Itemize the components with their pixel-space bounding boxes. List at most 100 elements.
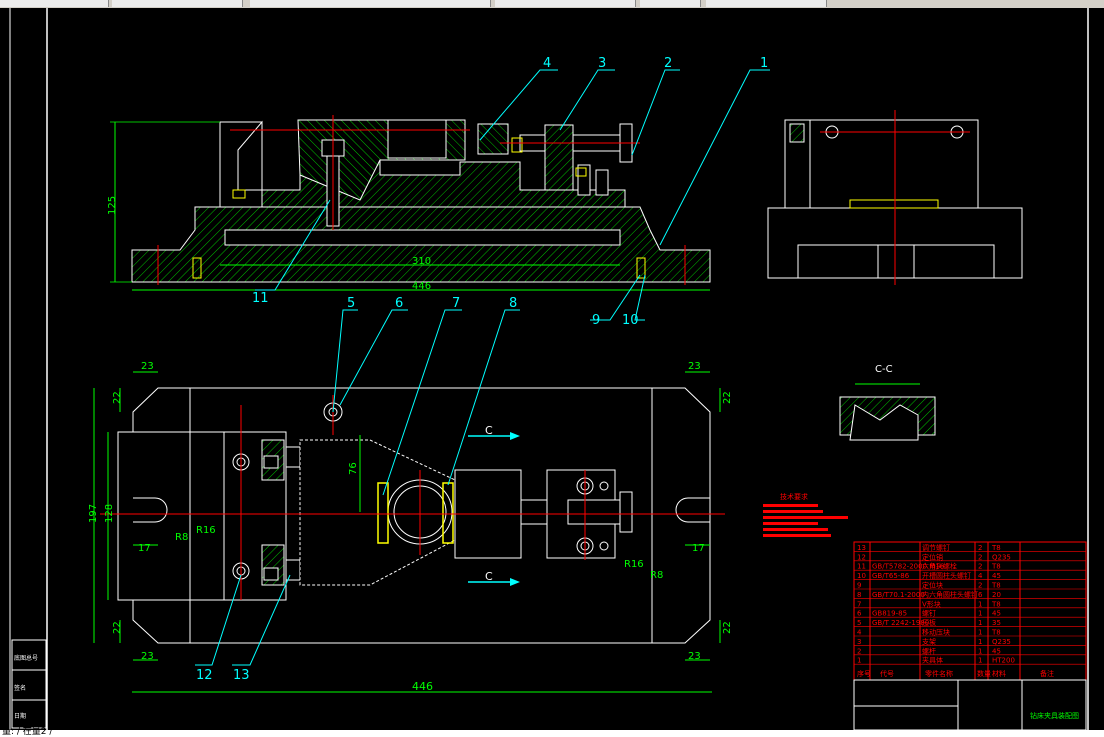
toolbar-tab[interactable]: [706, 0, 827, 7]
bom-cell-code: GB/T 2242-1980: [872, 619, 929, 627]
left-strip: 底图总号 签名 日期: [11, 639, 47, 729]
dim-corner-b: 22: [722, 621, 733, 634]
dim-slot-w: 17: [692, 543, 705, 554]
bom-cell-qty: 1: [978, 629, 982, 637]
toolbar-tab[interactable]: [250, 0, 491, 7]
bom-cell-no: 9: [857, 582, 861, 590]
bom-cell-code: GB819-85: [872, 610, 907, 618]
svg-text:9: 9: [592, 313, 600, 328]
bom-cell-code: GB/T70.1-2000: [872, 591, 925, 599]
bom-cell-name: 定位销: [922, 552, 943, 561]
bom-cell-qty: 6: [978, 591, 983, 599]
bom-cell-mat: T8: [991, 582, 1001, 590]
dim-r16: R16: [624, 559, 644, 570]
dim-hole-dist: 76: [348, 462, 359, 475]
dim-front-inner: 310: [412, 256, 431, 267]
bom-cell-mat: T8: [991, 544, 1001, 552]
dim-slot-w: 17: [138, 543, 151, 554]
svg-text:材料: 材料: [992, 669, 1006, 678]
bom-cell-qty: 1: [978, 600, 982, 608]
toolbar-tab[interactable]: [640, 0, 701, 7]
svg-text:10: 10: [622, 313, 639, 328]
bom-cell-mat: 45: [992, 610, 1001, 618]
bom-cell-qty: 2: [978, 553, 982, 561]
front-view: [110, 115, 711, 291]
dim-corner-a: 23: [141, 361, 154, 372]
bom-cell-mat: T8: [991, 563, 1001, 571]
side-view: [767, 110, 1023, 285]
svg-text:12: 12: [196, 668, 213, 683]
toolbar-tab[interactable]: [0, 0, 109, 7]
bom-cell-name: 夹具体: [922, 656, 943, 665]
toolbar-tab[interactable]: [112, 0, 243, 7]
bom-cell-mat: Q235: [992, 553, 1011, 561]
section-title: C-C: [875, 364, 893, 375]
bom-cell-name: 开槽圆柱头螺钉: [922, 571, 971, 580]
svg-text:5: 5: [347, 296, 355, 311]
bom-cell-no: 4: [857, 629, 862, 637]
svg-text:代号: 代号: [880, 669, 894, 678]
svg-text:备注: 备注: [1040, 669, 1054, 678]
svg-text:6: 6: [395, 296, 403, 311]
bom-cell-qty: 1: [978, 657, 982, 665]
bom-cell-no: 12: [857, 553, 866, 561]
bom-cell-no: 11: [857, 563, 866, 571]
svg-text:8: 8: [509, 296, 517, 311]
dim-top-height: 197: [88, 504, 99, 523]
bom-cell-mat: Q235: [992, 638, 1011, 646]
section-marker: C: [485, 424, 493, 437]
bom-header: 序号 代号 零件名称 数量 材料 备注: [857, 669, 1054, 678]
bom-cell-name: 螺杆: [922, 646, 936, 655]
toolbar-tab[interactable]: [495, 0, 636, 7]
bom-cell-qty: 4: [978, 572, 983, 580]
svg-text:7: 7: [452, 296, 460, 311]
bom-cell-mat: 35: [992, 619, 1001, 627]
svg-text:1: 1: [760, 56, 768, 71]
bom-cell-no: 8: [857, 591, 861, 599]
bom-cell-no: 1: [857, 657, 861, 665]
bom-cell-name: 定位块: [922, 581, 943, 590]
bom-cell-no: 5: [857, 619, 861, 627]
command-line-text: 量: / 在量2 /: [2, 727, 53, 737]
bom-cell-mat: T8: [991, 629, 1001, 637]
bom-cell-mat: 45: [992, 572, 1001, 580]
dim-corner-b: 22: [112, 621, 123, 634]
dim-corner-b: 22: [722, 391, 733, 404]
bom-cell-no: 10: [857, 572, 866, 580]
bom-cell-no: 2: [857, 647, 861, 655]
cad-drawing[interactable]: 310 446 125 C-C 446 197 128 23 23 23 23 …: [0, 8, 1104, 731]
bom-cell-name: V形块: [922, 599, 941, 608]
svg-text:2: 2: [664, 56, 672, 71]
dim-r16: R16: [196, 525, 216, 536]
bom-cell-mat: T8: [991, 600, 1001, 608]
title-block-title: 钻床夹具装配图: [1030, 711, 1079, 720]
dim-top-inner-height: 128: [104, 504, 115, 523]
svg-text:3: 3: [598, 56, 606, 71]
bom-cell-qty: 1: [978, 619, 982, 627]
dim-corner-a: 23: [688, 651, 701, 662]
section-view: [839, 383, 936, 441]
dim-r8: R8: [175, 532, 188, 543]
bom-cell-qty: 1: [978, 610, 982, 618]
bom-cell-qty: 2: [978, 582, 982, 590]
dim-front-width: 446: [412, 281, 431, 292]
svg-text:11: 11: [252, 291, 269, 306]
bom-cell-name: 调节螺钉: [922, 543, 950, 552]
bom-cell-code: GB/T65-86: [872, 572, 910, 580]
bom-cell-name: 移动压块: [922, 628, 950, 637]
svg-text:序号: 序号: [857, 669, 871, 678]
svg-text:数量: 数量: [977, 669, 991, 678]
svg-text:4: 4: [543, 56, 551, 71]
top-view: [93, 371, 725, 693]
command-line[interactable]: [0, 730, 1104, 737]
bom-cell-name: 螺钉: [922, 609, 936, 618]
bom-cell-qty: 2: [978, 544, 982, 552]
bom-cell-qty: 1: [978, 647, 982, 655]
drawing-canvas[interactable]: 310 446 125 C-C 446 197 128 23 23 23 23 …: [0, 8, 1104, 731]
dim-corner-a: 23: [688, 361, 701, 372]
bom-cell-name: 压板: [922, 618, 936, 627]
bom-cell-name: 支架: [922, 637, 936, 646]
bom-cell-mat: 45: [992, 647, 1001, 655]
bom-rows: 13 调节螺钉 2 T812 定位销 2 Q23511 GB/T5782-2000 M16六角…: [854, 543, 1086, 665]
bom-cell-qty: 1: [978, 638, 982, 646]
